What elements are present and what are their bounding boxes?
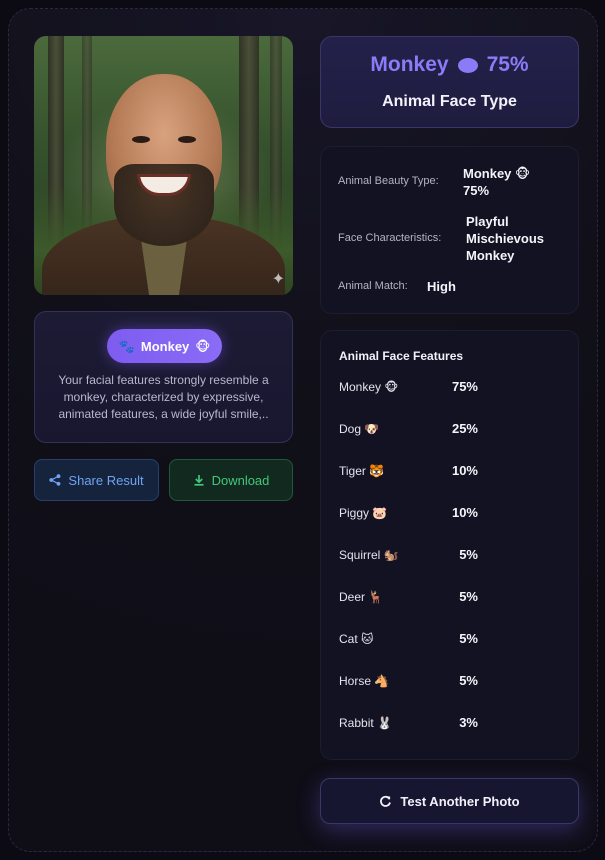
share-icon [49,474,61,486]
share-result-button[interactable]: Share Result [34,459,159,501]
test-another-photo-button[interactable]: Test Another Photo [320,778,579,824]
result-description: Your facial features strongly resemble a… [58,373,269,421]
characteristic-1: Playful [466,214,509,229]
feature-name: Monkey 🐵 [339,380,399,394]
beauty-type-label: Animal Beauty Type: [338,175,439,187]
feature-value: 5% [459,589,478,604]
characteristics-value: Playful Mischievous Monkey [466,213,544,264]
animal-badge: 🐾 Monkey 🐵 [107,329,222,363]
animal-badge-label: Monkey [140,338,190,354]
beauty-type-animal: Monkey 🐵 [463,166,531,181]
paw-icon: 🐾 [118,338,135,354]
feature-name: Cat 🐱 [339,632,374,646]
download-label: Download [211,472,270,488]
characteristic-2: Mischievous [466,231,545,246]
blob-icon [457,57,478,73]
feature-name: Piggy 🐷 [339,506,388,520]
download-icon [194,475,204,486]
feature-value: 25% [451,421,478,436]
download-button[interactable]: Download [169,459,293,501]
feature-value: 75% [451,379,478,394]
feature-name: Squirrel 🐿️ [339,548,399,562]
animal-type-name: Monkey [370,53,449,76]
feature-name: Dog 🐶 [339,422,380,436]
result-summary-card: 🐾 Monkey 🐵 Your facial features strongly… [34,311,293,443]
feature-value: 10% [451,463,478,478]
animal-match-label: Animal Match: [338,280,408,292]
feature-value: 5% [459,631,478,646]
feature-value: 5% [459,547,478,562]
feature-name: Deer 🦌 [339,590,384,604]
characteristics-label: Face Characteristics: [338,232,442,244]
beauty-type-percent: 75% [463,183,490,198]
beauty-type-value: Monkey 🐵 75% [463,165,530,199]
animal-type-subtitle: Animal Face Type [382,93,517,110]
feature-value: 10% [451,505,478,520]
animal-features-card: Animal Face Features Monkey 🐵 75% Dog 🐶 … [320,330,579,760]
face-info-card: Animal Beauty Type: Monkey 🐵 75% Face Ch… [320,146,579,314]
feature-name: Tiger 🐯 [339,464,385,478]
feature-value: 3% [459,715,478,730]
uploaded-photo: ✦ [34,36,293,295]
characteristic-3: Monkey [466,248,515,263]
feature-value: 5% [459,673,478,688]
animal-type-percent: 75% [486,53,529,76]
animal-type-card: Monkey 75% Animal Face Type [320,36,579,128]
sparkle-icon: ✦ [271,271,285,288]
monkey-icon: 🐵 [195,338,211,354]
feature-name: Rabbit 🐰 [339,716,392,730]
test-another-photo-label: Test Another Photo [400,793,520,809]
animal-type-headline: Monkey 75% [321,53,578,77]
animal-match-value: High [427,279,456,294]
refresh-icon [380,795,392,807]
features-title: Animal Face Features [339,349,464,363]
feature-name: Horse 🐴 [339,674,390,688]
share-result-label: Share Result [68,472,144,488]
